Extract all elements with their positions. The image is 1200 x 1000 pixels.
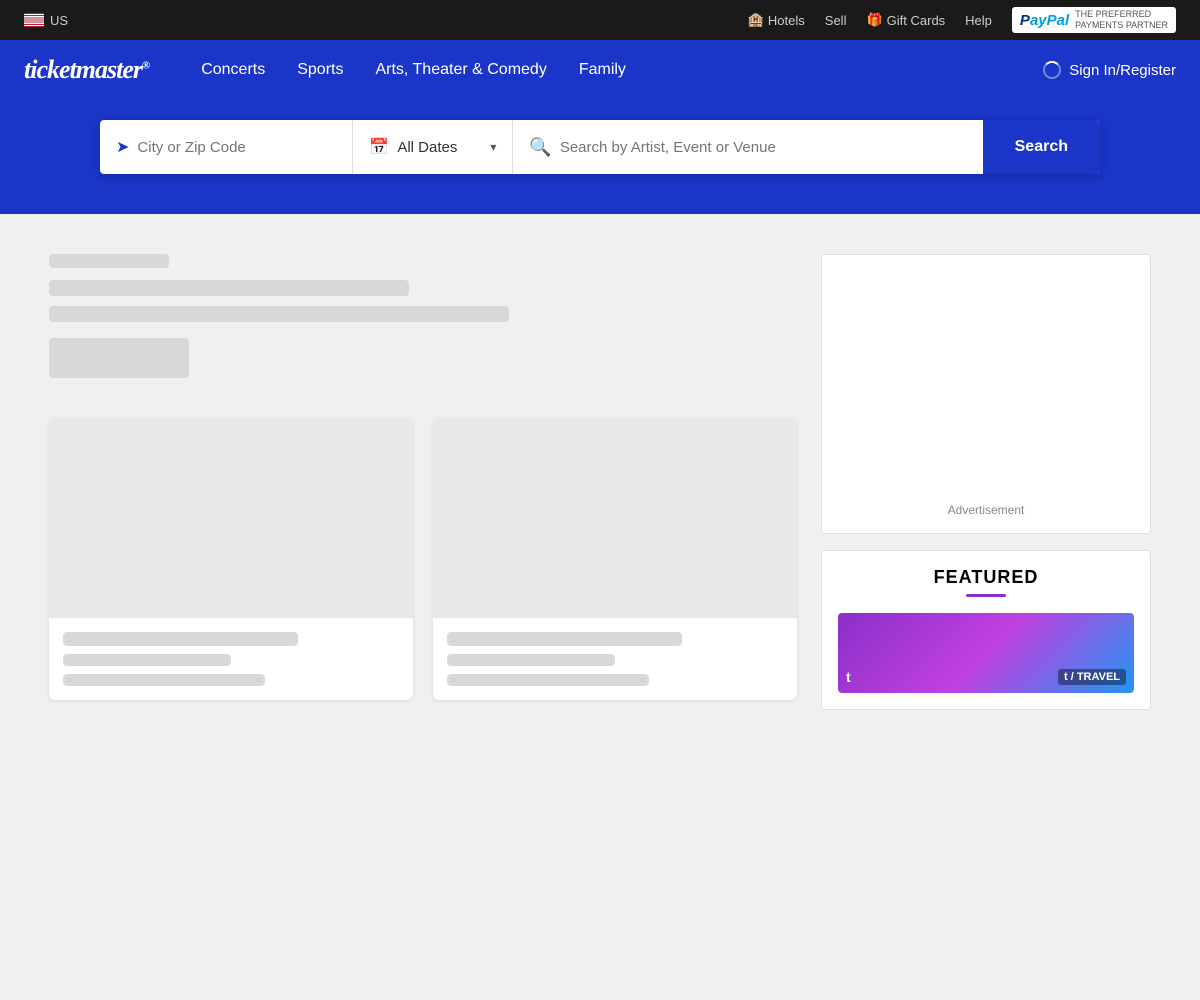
- nav-sports[interactable]: Sports: [285, 53, 355, 87]
- top-bar: US 🏨 Hotels Sell 🎁 Gift Cards Help PayPa…: [0, 0, 1200, 40]
- calendar-icon: 📅: [369, 137, 389, 157]
- search-input[interactable]: [560, 139, 967, 156]
- main-content: Advertisement FEATURED t t / TRAVEL: [25, 214, 1175, 760]
- ad-label: Advertisement: [838, 503, 1134, 517]
- search-button[interactable]: Search: [983, 120, 1100, 174]
- nav-arts[interactable]: Arts, Theater & Comedy: [363, 53, 558, 87]
- search-section: ➤ 📅 All Dates ▾ 🔍 Search: [0, 100, 1200, 214]
- top-nav: 🏨 Hotels Sell 🎁 Gift Cards Help PayPal T…: [748, 7, 1176, 33]
- card-body-1: [49, 618, 413, 700]
- paypal-icon: PayPal: [1020, 12, 1069, 29]
- help-link[interactable]: Help: [965, 13, 992, 28]
- card-image-1: [49, 418, 413, 618]
- card-skeleton-3: [63, 674, 265, 686]
- nav-right: Sign In/Register: [1043, 61, 1176, 79]
- card-skeleton-2: [63, 654, 231, 666]
- nav-family[interactable]: Family: [567, 53, 638, 87]
- skeleton-line-1: [49, 254, 169, 268]
- skeleton-button: [49, 338, 189, 378]
- content-left: [49, 254, 797, 720]
- sign-in-button[interactable]: Sign In/Register: [1043, 61, 1176, 79]
- card-skeleton-1: [63, 632, 298, 646]
- search-bar: ➤ 📅 All Dates ▾ 🔍 Search: [100, 120, 1100, 174]
- featured-t-logo: t: [846, 669, 851, 685]
- location-icon: ➤: [116, 137, 129, 157]
- search-icon: 🔍: [529, 137, 551, 158]
- chevron-down-icon: ▾: [490, 140, 496, 154]
- content-right: Advertisement FEATURED t t / TRAVEL: [821, 254, 1151, 720]
- card-skeleton-4: [447, 632, 682, 646]
- card-skeleton-5: [447, 654, 615, 666]
- card-image-2: [433, 418, 797, 618]
- hotels-link[interactable]: 🏨 Hotels: [748, 12, 805, 28]
- nav-concerts[interactable]: Concerts: [189, 53, 277, 87]
- gift-cards-link[interactable]: 🎁 Gift Cards: [866, 12, 945, 28]
- event-card-1[interactable]: [49, 418, 413, 700]
- featured-underline: [966, 594, 1006, 597]
- featured-card-image[interactable]: t t / TRAVEL: [838, 613, 1134, 693]
- locale-label: US: [50, 13, 68, 28]
- hotels-icon: 🏨: [748, 12, 764, 28]
- skeleton-line-3: [49, 306, 509, 322]
- loading-spinner: [1043, 61, 1061, 79]
- featured-title: FEATURED: [838, 567, 1134, 588]
- ad-box: Advertisement: [821, 254, 1151, 534]
- location-field[interactable]: ➤: [100, 120, 353, 174]
- nav-links: Concerts Sports Arts, Theater & Comedy F…: [189, 53, 1043, 87]
- main-nav: ticketmaster® Concerts Sports Arts, Thea…: [0, 40, 1200, 100]
- card-body-2: [433, 618, 797, 700]
- date-label: All Dates: [397, 139, 457, 156]
- gift-card-icon: 🎁: [866, 12, 882, 28]
- site-logo[interactable]: ticketmaster®: [24, 55, 149, 85]
- us-flag-icon: [24, 13, 44, 27]
- featured-box: FEATURED t t / TRAVEL: [821, 550, 1151, 710]
- paypal-tagline: THE PREFERRED PAYMENTS PARTNER: [1075, 9, 1168, 31]
- event-cards: [49, 418, 797, 700]
- sell-link[interactable]: Sell: [825, 13, 847, 28]
- search-query-field[interactable]: 🔍: [513, 120, 982, 174]
- paypal-badge: PayPal THE PREFERRED PAYMENTS PARTNER: [1012, 7, 1176, 33]
- date-picker[interactable]: 📅 All Dates ▾: [353, 120, 513, 174]
- loading-header: [49, 254, 797, 378]
- locale-section: US: [24, 13, 68, 28]
- event-card-2[interactable]: [433, 418, 797, 700]
- card-skeleton-6: [447, 674, 649, 686]
- featured-card-label: t / TRAVEL: [1058, 669, 1126, 685]
- location-input[interactable]: [137, 139, 336, 156]
- skeleton-line-2: [49, 280, 409, 296]
